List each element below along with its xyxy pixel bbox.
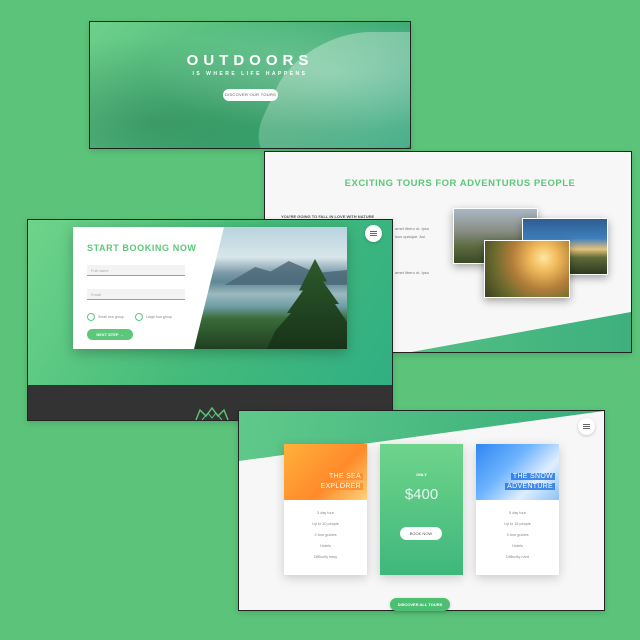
hamburger-icon <box>583 428 590 429</box>
feature-item: Difficulty hard <box>506 555 529 559</box>
tours-text-line: amet libero ut. Ipsu <box>395 270 430 275</box>
menu-button[interactable] <box>365 225 382 242</box>
hero-subtitle: IS WHERE LIFE HAPPENS <box>192 71 308 77</box>
hero-screenshot: OUTDOORS IS WHERE LIFE HAPPENS DISCOVER … <box>89 21 411 149</box>
cards-screenshot: THE SEA EXPLORER 3 day tour Up to 30 peo… <box>238 410 605 611</box>
crown-logo-icon <box>195 407 229 420</box>
booking-screenshot: START BOOKING NOW Full name Email Small … <box>27 219 393 421</box>
hamburger-icon <box>370 233 377 234</box>
feature-item: 5 day tour <box>509 511 526 515</box>
booking-card: START BOOKING NOW Full name Email Small … <box>73 227 347 349</box>
radio-circle-icon <box>135 313 143 321</box>
tour-card-sea[interactable]: THE SEA EXPLORER 3 day tour Up to 30 peo… <box>284 444 367 575</box>
feature-item: 2 tour guides <box>314 533 337 537</box>
feature-item: Up to 30 people <box>312 522 339 526</box>
large-group-radio[interactable]: Large tour group <box>135 313 172 321</box>
small-group-label: Small tour group <box>98 315 124 319</box>
feature-item: 3 day tour <box>317 511 334 515</box>
discover-tours-button[interactable]: DISCOVER OUR TOURS <box>223 89 278 101</box>
feature-item: Hotels <box>512 544 523 548</box>
tours-text-line: amet libero ut. Ipsu <box>395 226 430 231</box>
email-input[interactable]: Email <box>87 289 185 300</box>
snow-card-title: THE SNOW ADVENTURE <box>505 473 555 490</box>
booking-title: START BOOKING NOW <box>87 243 197 253</box>
full-name-input[interactable]: Full name <box>87 265 185 276</box>
sea-card-title: THE SEA EXPLORER <box>318 473 363 490</box>
hamburger-icon <box>583 426 590 427</box>
tour-card-snow[interactable]: THE SNOW ADVENTURE 5 day tour Up to 15 p… <box>476 444 559 575</box>
hamburger-icon <box>583 424 590 425</box>
discover-all-tours-button[interactable]: DISCOVER ALL TOURS <box>390 598 450 611</box>
feature-item: Difficulty easy <box>313 555 338 559</box>
hero-title: OUTDOORS <box>186 52 314 69</box>
tours-text-line: isus quisque. Aul <box>395 234 426 239</box>
tours-title: EXCITING TOURS FOR ADVENTURUS PEOPLE <box>344 178 576 189</box>
next-step-button[interactable]: NEXT STEP → <box>87 329 133 340</box>
price-card[interactable]: ONLY $400 BOOK NOW <box>380 444 463 575</box>
radio-circle-icon <box>87 313 95 321</box>
hamburger-icon <box>370 231 377 232</box>
large-group-label: Large tour group <box>146 315 172 319</box>
only-label: ONLY <box>416 472 427 477</box>
feature-item: 3 tour guides <box>506 533 529 537</box>
feature-item: Hotels <box>320 544 331 548</box>
tour-photo-sunset[interactable] <box>484 240 570 298</box>
feature-item: Up to 15 people <box>504 522 531 526</box>
hamburger-icon <box>370 235 377 236</box>
small-group-radio[interactable]: Small tour group <box>87 313 124 321</box>
book-now-button[interactable]: BOOK NOW <box>400 527 442 540</box>
menu-button[interactable] <box>578 418 595 435</box>
price-value: $400 <box>404 486 439 503</box>
